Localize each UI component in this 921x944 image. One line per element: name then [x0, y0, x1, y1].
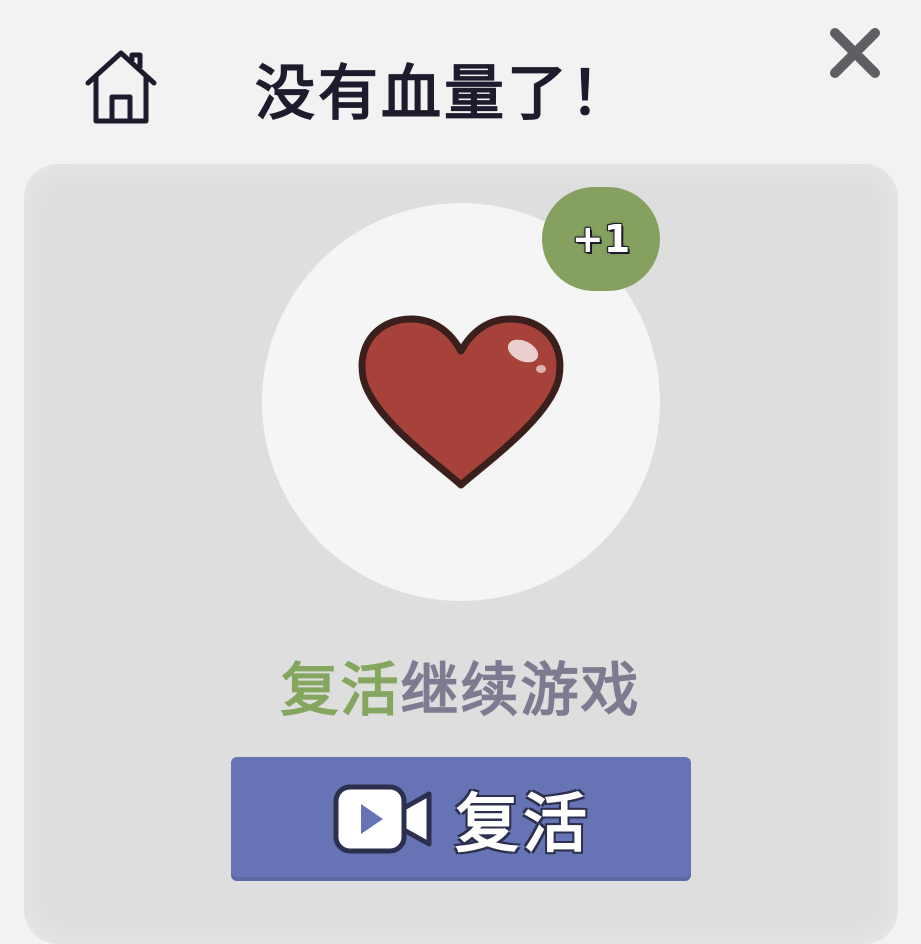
home-button[interactable] [80, 46, 162, 128]
message-highlight: 复活 [280, 656, 401, 724]
home-icon [85, 50, 157, 124]
revive-button-label: 复活 [455, 788, 591, 862]
close-button[interactable] [822, 20, 888, 86]
video-camera-icon [333, 784, 432, 854]
dialog-title: 没有血量了！ [255, 58, 633, 129]
revive-message: 复活 继续游戏 [0, 640, 921, 730]
revive-button[interactable]: 复活 [231, 757, 691, 881]
heart-icon [358, 315, 564, 489]
message-rest: 继续游戏 [400, 656, 641, 724]
plus-one-badge: +1 [542, 187, 660, 291]
close-icon [830, 28, 880, 78]
